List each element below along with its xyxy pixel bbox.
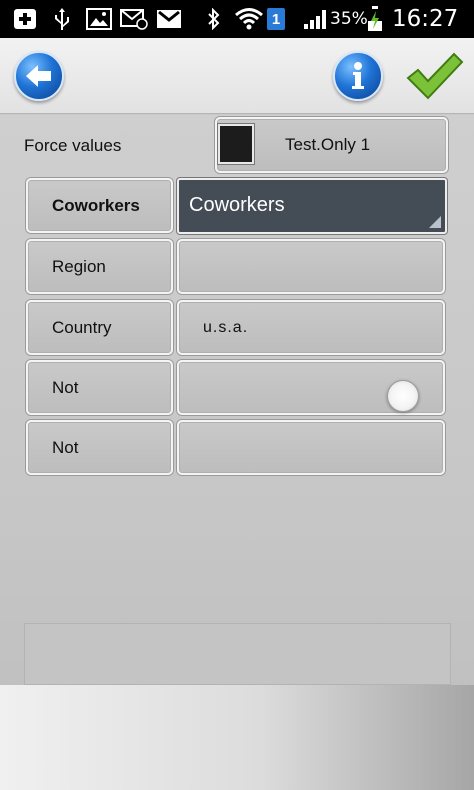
add-box-icon <box>12 7 38 31</box>
clock: 16:27 <box>392 6 459 32</box>
coworkers-dropdown[interactable]: Coworkers <box>177 178 447 234</box>
sim-badge: 1 <box>267 8 285 30</box>
force-values-label: Force values <box>24 136 122 155</box>
wifi-icon <box>233 7 265 31</box>
footer-strip <box>0 685 474 790</box>
sms-icon <box>120 7 148 31</box>
status-bar: 1 35% 16:27 <box>0 0 474 38</box>
action-bar <box>0 38 474 114</box>
bottom-panel <box>24 623 451 685</box>
confirm-button[interactable] <box>404 48 464 104</box>
region-field[interactable] <box>177 239 445 294</box>
row-label-not-1: Not <box>26 360 173 415</box>
row-label-not-2: Not <box>26 420 173 475</box>
sim-badge-icon: 1 <box>266 7 286 31</box>
dropdown-arrow-icon <box>429 216 441 228</box>
row-label-region: Region <box>26 239 173 294</box>
info-icon <box>352 62 364 89</box>
image-icon <box>86 7 112 31</box>
not-toggle-knob[interactable] <box>387 380 419 412</box>
coworkers-dropdown-value: Coworkers <box>189 194 285 216</box>
back-button[interactable] <box>14 51 64 101</box>
country-value: u.s.a. <box>203 318 249 336</box>
signal-icon <box>302 7 330 31</box>
info-button[interactable] <box>333 51 383 101</box>
not-field-2[interactable] <box>177 420 445 475</box>
force-values-checkbox[interactable] <box>218 124 254 164</box>
usb-icon <box>52 7 72 31</box>
battery-percent: 35% <box>330 9 368 29</box>
checkmark-icon <box>406 52 464 100</box>
back-arrow-icon <box>26 65 51 87</box>
row-label-country: Country <box>26 300 173 355</box>
battery-charging-icon <box>366 6 384 31</box>
row-label-coworkers: Coworkers <box>26 178 173 233</box>
bluetooth-icon <box>205 7 223 31</box>
force-checkbox-label: Test.Only 1 <box>285 135 371 154</box>
gmail-icon <box>156 7 182 31</box>
country-field[interactable]: u.s.a. <box>177 300 445 355</box>
